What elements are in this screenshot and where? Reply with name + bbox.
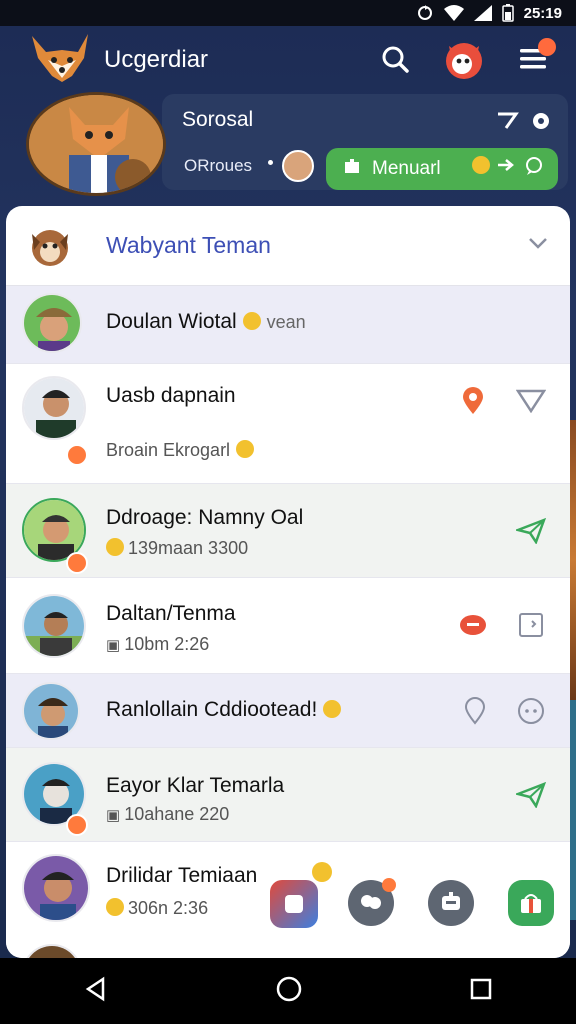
contact-name-text: Doulan Wiotal [106, 310, 237, 333]
list-header-title: Wabyant Teman [106, 232, 271, 258]
contact-status: ▣ 10bm 2:26 [106, 634, 209, 655]
filter-icon[interactable] [514, 384, 548, 418]
list-item[interactable]: Ddroage: Namny Oal 139maan 3300 [6, 484, 570, 578]
emoji-icon [236, 440, 255, 458]
settings-icon[interactable] [530, 110, 552, 137]
app-title: Ucgerdiar [104, 46, 209, 73]
contact-name-suffix: vean [266, 312, 306, 332]
app-shortcut-icon[interactable] [270, 880, 318, 928]
contact-name: Ddroage: Namny Oal [106, 506, 304, 529]
separator-dot [268, 160, 273, 165]
contact-name: Daltan/Tenma [106, 602, 236, 625]
list-header[interactable]: Wabyant Teman [6, 206, 570, 286]
avatar [22, 293, 82, 353]
chat-bubble-icon [524, 156, 544, 182]
emoji-icon [323, 700, 342, 718]
avatar [22, 376, 86, 440]
avatar [22, 682, 80, 740]
fox-mascot-logo [22, 30, 100, 90]
dog-mascot-icon [22, 220, 78, 272]
edit-icon[interactable] [496, 110, 520, 137]
contact-status: 306n 2:36 [106, 898, 208, 919]
status-badge [66, 552, 88, 574]
status-badge [66, 814, 88, 836]
cta-label: Menuarl [372, 158, 441, 179]
send-icon[interactable] [514, 778, 548, 812]
location-icon[interactable] [456, 384, 490, 418]
contact-status-text: 10ahane 220 [124, 804, 230, 824]
contact-status-text: 10bm 2:26 [124, 634, 210, 654]
status-badge [66, 444, 88, 466]
contact-name: Eayor Klar Temarla [106, 774, 285, 797]
friends-icon[interactable] [348, 878, 396, 926]
list-item[interactable]: Eayor Klar Temarla ▣ 10ahane 220 [6, 748, 570, 842]
emoji-icon [106, 898, 124, 916]
contact-name: Ranlollain Cddiootead! [106, 698, 342, 722]
menu-icon[interactable] [516, 38, 556, 76]
recents-icon[interactable] [469, 977, 493, 1006]
list-item[interactable] [6, 942, 570, 958]
location-outline-icon[interactable] [458, 694, 492, 728]
mascot-notification-icon[interactable] [440, 35, 488, 83]
profile-name: Sorosal [182, 108, 254, 131]
gift-icon[interactable] [508, 880, 554, 926]
contact-name: Uasb dapnain [106, 384, 236, 407]
emoji-icon [312, 862, 332, 882]
avatar [22, 944, 82, 958]
contact-status-text: 139maan 3300 [128, 538, 249, 558]
expand-icon[interactable] [514, 608, 548, 642]
sync-icon [416, 4, 434, 22]
list-item[interactable]: Doulan Wiotal vean [6, 286, 570, 364]
contact-name-text: Ranlollain Cddiootead! [106, 698, 318, 721]
avatar [22, 594, 86, 658]
send-icon[interactable] [514, 514, 548, 548]
contact-status: Broain Ekrogarl [106, 440, 255, 461]
home-icon[interactable] [275, 975, 303, 1008]
mini-avatar[interactable] [282, 150, 314, 182]
robot-icon[interactable] [428, 880, 474, 926]
back-icon[interactable] [83, 976, 109, 1007]
profile-actions [496, 110, 552, 137]
tag-icon[interactable] [456, 608, 490, 642]
lock-icon: ▣ [106, 637, 121, 654]
status-time: 25:19 [523, 4, 562, 22]
search-icon[interactable] [378, 42, 412, 76]
contact-name: Drilidar Temiaan [106, 864, 257, 888]
chevron-down-icon[interactable] [528, 236, 548, 255]
profile-avatar[interactable] [26, 92, 166, 196]
signal-icon [473, 5, 492, 21]
friends-badge [382, 878, 396, 892]
lock-icon: ▣ [106, 807, 121, 824]
menu-badge [538, 38, 556, 56]
list-item[interactable]: Daltan/Tenma ▣ 10bm 2:26 [6, 578, 570, 674]
profile-subtitle: ORroues [184, 156, 253, 175]
top-app-bar: Ucgerdiar [0, 26, 576, 92]
wifi-icon [443, 5, 464, 21]
puzzle-icon [342, 156, 362, 182]
profile-card: Sorosal ORroues Menuarl [12, 92, 568, 202]
contact-name: Doulan Wiotal vean [106, 310, 306, 334]
arrow-right-icon [498, 156, 516, 182]
list-item[interactable]: Uasb dapnain Broain Ekrogarl [6, 364, 570, 484]
status-bar: 25:19 [0, 0, 576, 26]
emoji-icon [106, 538, 124, 556]
friends-list-card: Wabyant Teman Doulan Wiotal vean Uasb da… [6, 206, 570, 958]
contact-status-text: Broain Ekrogarl [106, 440, 231, 460]
contact-status-text: 306n 2:36 [128, 898, 209, 918]
emoji-icon [242, 312, 261, 330]
more-icon[interactable] [514, 694, 548, 728]
battery-icon [501, 4, 514, 22]
contact-status: ▣ 10ahane 220 [106, 804, 229, 825]
system-navigation-bar [0, 958, 576, 1024]
list-item[interactable]: Ranlollain Cddiootead! [6, 674, 570, 748]
contact-name-text: Drilidar Temiaan [106, 864, 258, 887]
avatar [22, 854, 90, 922]
menu-cta-button[interactable]: Menuarl [326, 148, 558, 190]
emoji-icon [472, 156, 490, 174]
contact-status: 139maan 3300 [106, 538, 248, 559]
